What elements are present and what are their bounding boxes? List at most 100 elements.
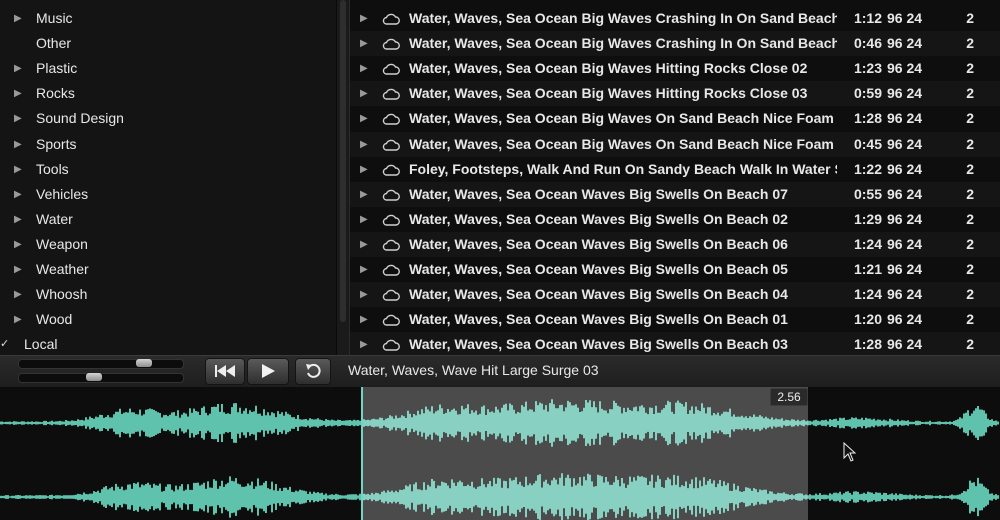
sound-format: 96 24 — [887, 10, 923, 26]
preview-play-icon[interactable]: ▶ — [360, 332, 368, 355]
category-tree: ▶ Music Other ▶ Plastic ▶ Rocks ▶ Sound Design ▶ S… — [0, 0, 336, 355]
sound-name: Water, Waves, Sea Ocean Big Waves Crashi… — [409, 10, 837, 26]
expand-triangle-icon[interactable]: ▶ — [14, 232, 22, 257]
category-item-water[interactable]: ▶ Water — [0, 207, 336, 232]
category-item-whoosh[interactable]: ▶ Whoosh — [0, 282, 336, 307]
preview-play-icon[interactable]: ▶ — [360, 106, 368, 131]
expand-triangle-icon[interactable]: ▶ — [14, 157, 22, 182]
cloud-icon[interactable] — [382, 163, 400, 177]
pitch-slider[interactable] — [18, 373, 184, 383]
category-item-sports[interactable]: ▶ Sports — [0, 132, 336, 157]
cloud-icon[interactable] — [382, 263, 400, 277]
sound-row[interactable]: ▶ Water, Waves, Sea Ocean Waves Big Swell… — [350, 332, 1000, 355]
sound-row[interactable]: ▶ Water, Waves, Sea Ocean Waves Big Swell… — [350, 257, 1000, 282]
cloud-icon[interactable] — [382, 87, 400, 101]
sound-duration: 0:55 — [853, 185, 882, 202]
category-item-weather[interactable]: ▶ Weather — [0, 257, 336, 282]
sound-format: 96 24 — [887, 35, 923, 52]
cloud-icon[interactable] — [382, 188, 400, 202]
sound-name: Water, Waves, Sea Ocean Big Waves On San… — [409, 135, 837, 152]
expand-triangle-icon[interactable]: ▶ — [14, 257, 22, 282]
loop-button[interactable] — [295, 358, 331, 385]
preview-play-icon[interactable]: ▶ — [360, 232, 368, 257]
category-item-rocks[interactable]: ▶ Rocks — [0, 81, 336, 106]
cloud-icon[interactable] — [382, 62, 400, 76]
checkbox-check-icon[interactable]: ✓ — [0, 338, 10, 350]
expand-triangle-icon[interactable]: ▶ — [14, 56, 22, 81]
category-item-music[interactable]: ▶ Music — [0, 6, 336, 31]
preview-play-icon[interactable]: ▶ — [360, 307, 368, 332]
category-scrollbar[interactable] — [336, 0, 349, 355]
category-item-wood[interactable]: ▶ Wood — [0, 307, 336, 332]
cloud-icon[interactable] — [382, 238, 400, 252]
category-item-local[interactable]: ✓ Local — [0, 332, 336, 355]
cloud-icon[interactable] — [382, 288, 400, 302]
category-item-vehicles[interactable]: ▶ Vehicles — [0, 182, 336, 207]
sound-format: 96 24 — [887, 185, 923, 202]
expand-triangle-icon[interactable]: ▶ — [14, 207, 22, 232]
sound-format: 96 24 — [887, 210, 923, 227]
volume-slider[interactable] — [18, 359, 184, 369]
expand-triangle-icon[interactable]: ▶ — [14, 132, 22, 157]
sound-row[interactable]: ▶ Water, Waves, Sea Ocean Big Waves Hitti… — [350, 56, 1000, 81]
sound-row[interactable]: ▶ Foley, Footsteps, Walk And Run On Sandy… — [350, 157, 1000, 182]
playhead[interactable] — [361, 387, 363, 520]
sound-row[interactable]: ▶ Water, Waves, Sea Ocean Big Waves On Sa… — [350, 106, 1000, 131]
category-item-tools[interactable]: ▶ Tools — [0, 157, 336, 182]
play-button[interactable] — [247, 358, 289, 385]
sound-row[interactable]: ▶ Water, Waves, Sea Ocean Big Waves Crash… — [350, 6, 1000, 31]
category-label: Sound Design — [36, 110, 124, 127]
sound-channels: 2 — [966, 235, 974, 252]
sound-name: Water, Waves, Sea Ocean Big Waves Crashi… — [409, 35, 837, 52]
preview-play-icon[interactable]: ▶ — [360, 282, 368, 307]
preview-play-icon[interactable]: ▶ — [360, 207, 368, 232]
preview-play-icon[interactable]: ▶ — [360, 31, 368, 56]
cloud-icon[interactable] — [382, 313, 400, 327]
cloud-icon[interactable] — [382, 12, 400, 26]
expand-triangle-icon[interactable]: ▶ — [14, 81, 22, 106]
preview-play-icon[interactable]: ▶ — [360, 182, 368, 207]
cloud-icon[interactable] — [382, 138, 400, 152]
cloud-icon[interactable] — [382, 37, 400, 51]
preview-play-icon[interactable]: ▶ — [360, 132, 368, 157]
now-playing-title: Water, Waves, Wave Hit Large Surge 03 — [348, 362, 599, 378]
expand-triangle-icon[interactable]: ▶ — [14, 282, 22, 307]
category-label: Rocks — [36, 85, 75, 102]
sound-row[interactable]: ▶ Water, Waves, Sea Ocean Waves Big Swell… — [350, 282, 1000, 308]
preview-play-icon[interactable]: ▶ — [360, 56, 368, 81]
category-item-other[interactable]: Other — [0, 31, 336, 56]
category-item-plastic[interactable]: ▶ Plastic — [0, 56, 336, 81]
sound-row[interactable]: ▶ Water, Waves, Sea Ocean Waves Big Swell… — [350, 307, 1000, 332]
preview-play-icon[interactable]: ▶ — [360, 81, 368, 106]
scrollbar-thumb[interactable] — [340, 0, 346, 322]
rewind-button[interactable] — [205, 358, 245, 385]
cloud-icon[interactable] — [382, 112, 400, 126]
expand-triangle-icon[interactable]: ▶ — [14, 182, 22, 207]
sound-duration: 1:29 — [853, 210, 882, 227]
cloud-icon[interactable] — [382, 213, 400, 227]
playback-selection[interactable] — [362, 387, 808, 520]
preview-play-icon[interactable]: ▶ — [360, 6, 368, 31]
sound-duration: 1:28 — [853, 336, 882, 353]
sound-row[interactable]: ▶ Water, Waves, Sea Ocean Waves Big Swell… — [350, 181, 1000, 207]
preview-play-icon[interactable]: ▶ — [360, 257, 368, 282]
sound-row[interactable]: ▶ Water, Waves, Sea Ocean Big Waves Crash… — [350, 31, 1000, 57]
category-item-weapon[interactable]: ▶ Weapon — [0, 232, 336, 257]
preview-play-icon[interactable]: ▶ — [360, 157, 368, 182]
sound-channels: 2 — [966, 10, 974, 26]
sound-duration: 1:28 — [853, 110, 882, 127]
sound-row[interactable]: ▶ Water, Waves, Sea Ocean Big Waves Hitti… — [350, 81, 1000, 107]
expand-triangle-icon[interactable]: ▶ — [14, 6, 22, 31]
cloud-icon[interactable] — [382, 338, 400, 352]
category-label: Water — [36, 210, 73, 227]
pitch-slider-knob[interactable] — [86, 373, 102, 381]
sound-row[interactable]: ▶ Water, Waves, Sea Ocean Waves Big Swell… — [350, 207, 1000, 232]
expand-triangle-icon[interactable]: ▶ — [14, 307, 22, 332]
volume-slider-knob[interactable] — [136, 359, 152, 367]
category-item-sound-design[interactable]: ▶ Sound Design — [0, 106, 336, 131]
sound-format: 96 24 — [887, 160, 923, 177]
sound-row[interactable]: ▶ Water, Waves, Sea Ocean Big Waves On Sa… — [350, 131, 1000, 157]
sound-row[interactable]: ▶ Water, Waves, Sea Ocean Waves Big Swell… — [350, 231, 1000, 257]
sound-channels: 2 — [966, 60, 974, 77]
expand-triangle-icon[interactable]: ▶ — [14, 106, 22, 131]
